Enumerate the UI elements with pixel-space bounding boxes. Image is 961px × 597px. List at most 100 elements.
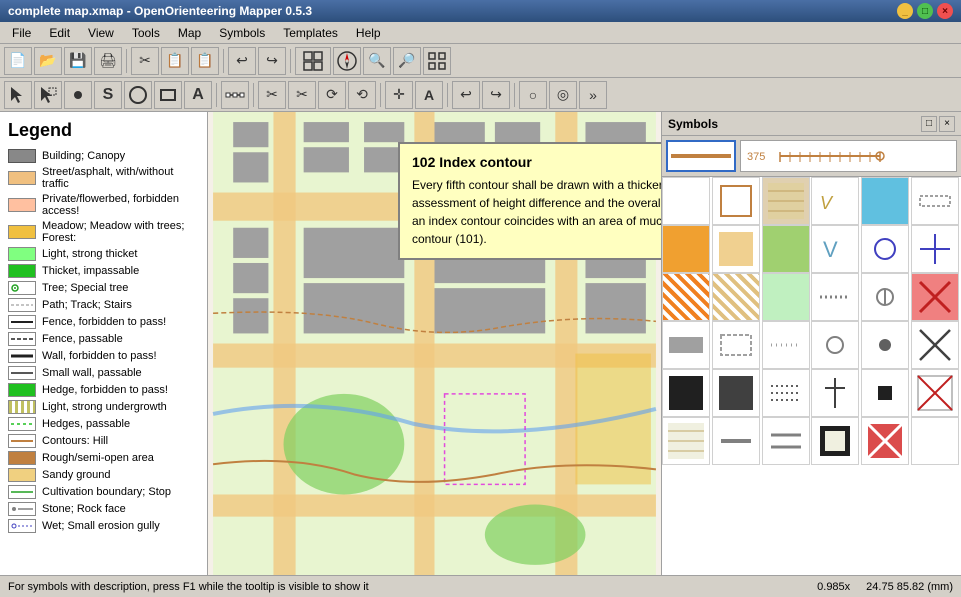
symbol-cell[interactable] — [811, 369, 859, 417]
symbol-cell[interactable] — [762, 177, 810, 225]
symbol-cell[interactable] — [662, 273, 710, 321]
maximize-button[interactable]: □ — [917, 3, 933, 19]
symbol-cell[interactable] — [762, 321, 810, 369]
symbol-cell[interactable] — [861, 273, 909, 321]
minimize-button[interactable]: _ — [897, 3, 913, 19]
compass-button[interactable] — [333, 47, 361, 75]
edit-nodes-tool[interactable] — [221, 81, 249, 109]
menu-symbols[interactable]: Symbols — [211, 24, 273, 42]
boolean-union-tool[interactable]: A — [415, 81, 443, 109]
line-tool[interactable] — [124, 81, 152, 109]
paste-button[interactable]: 📋 — [191, 47, 219, 75]
symbol-cell[interactable] — [712, 369, 760, 417]
symbol-cell[interactable] — [861, 369, 909, 417]
symbol-cell[interactable]: V — [811, 225, 859, 273]
menu-tools[interactable]: Tools — [124, 24, 168, 42]
menu-edit[interactable]: Edit — [41, 24, 78, 42]
symbol-cell[interactable] — [712, 321, 760, 369]
symbol-cell[interactable] — [662, 177, 710, 225]
menu-map[interactable]: Map — [170, 24, 209, 42]
map-canvas[interactable]: 102 Index contour Every fifth contour sh… — [208, 112, 661, 575]
new-button[interactable]: 📄 — [4, 47, 32, 75]
symbol-cell[interactable] — [762, 417, 810, 465]
symbol-cell[interactable] — [712, 273, 760, 321]
symbol-cell[interactable] — [811, 417, 859, 465]
symbol-cell[interactable] — [762, 273, 810, 321]
menu-view[interactable]: View — [80, 24, 122, 42]
open-button[interactable]: 📂 — [34, 47, 62, 75]
save-button[interactable]: 💾 — [64, 47, 92, 75]
close-button[interactable]: × — [937, 3, 953, 19]
symbol-cell[interactable] — [762, 225, 810, 273]
symbol-cell[interactable] — [911, 417, 959, 465]
symbol-cell[interactable] — [712, 417, 760, 465]
rotate-tool[interactable]: ⟳ — [318, 81, 346, 109]
symbols-undock-button[interactable]: □ — [921, 116, 937, 132]
symbol-cell[interactable] — [911, 177, 959, 225]
legend-swatch — [8, 417, 36, 431]
scale-tool[interactable]: ⟲ — [348, 81, 376, 109]
point-tool[interactable] — [64, 81, 92, 109]
legend-swatch — [8, 519, 36, 533]
legend-label: Tree; Special tree — [42, 282, 128, 294]
symbol-cell[interactable] — [861, 321, 909, 369]
symbol-cell[interactable] — [662, 417, 710, 465]
symbol-cell[interactable] — [911, 369, 959, 417]
selected-symbol-bar: 375 — [662, 136, 961, 177]
legend-label: Sandy ground — [42, 469, 111, 481]
symbol-cell[interactable] — [861, 225, 909, 273]
symbol-cell[interactable] — [911, 321, 959, 369]
gps-tool[interactable]: ○ — [519, 81, 547, 109]
symbol-cell[interactable] — [712, 225, 760, 273]
grid-icon — [302, 50, 324, 72]
symbol-cell[interactable] — [811, 273, 859, 321]
symbol-cell[interactable] — [811, 321, 859, 369]
map-coords: 24.75 85.82 (mm) — [866, 581, 953, 593]
symbol-cell[interactable] — [861, 417, 909, 465]
measure-tool[interactable]: ↩ — [452, 81, 480, 109]
symbols-scroll-area[interactable]: V — [662, 177, 961, 575]
copy-button[interactable]: 📋 — [161, 47, 189, 75]
zoom-out-button[interactable]: 🔎 — [393, 47, 421, 75]
redo-button[interactable]: ↪ — [258, 47, 286, 75]
legend-swatch — [8, 149, 36, 163]
legend-swatch — [8, 247, 36, 261]
move-tool[interactable]: ✛ — [385, 81, 413, 109]
select-tool[interactable] — [4, 81, 32, 109]
symbol-cell[interactable] — [762, 369, 810, 417]
menu-file[interactable]: File — [4, 24, 39, 42]
sep5 — [253, 83, 254, 107]
list-item: Path; Track; Stairs — [8, 298, 199, 312]
legend-swatch — [8, 400, 36, 414]
symbols-grid: V — [662, 177, 961, 465]
cut-free-tool[interactable]: ✂ — [288, 81, 316, 109]
grid-button[interactable] — [295, 47, 331, 75]
scale-indicator: 375 — [745, 144, 885, 168]
cut-hole-tool[interactable]: ✂ — [258, 81, 286, 109]
symbol-cell[interactable] — [662, 369, 710, 417]
free-text-tool[interactable]: A — [184, 81, 212, 109]
print-button[interactable]: 🖨 — [94, 47, 122, 75]
undo-button[interactable]: ↩ — [228, 47, 256, 75]
symbol-cell[interactable] — [911, 225, 959, 273]
zoom-in-button[interactable]: 🔍 — [363, 47, 391, 75]
list-item: Wall, forbidden to pass! — [8, 349, 199, 363]
selected-symbol-display — [666, 140, 736, 172]
menu-templates[interactable]: Templates — [275, 24, 346, 42]
symbol-cell[interactable] — [662, 321, 710, 369]
symbol-cell[interactable] — [861, 177, 909, 225]
select-box-tool[interactable] — [34, 81, 62, 109]
symbol-cell[interactable] — [712, 177, 760, 225]
symbol-cell[interactable] — [911, 273, 959, 321]
symbol-cell[interactable]: V — [811, 177, 859, 225]
symbols-close-button[interactable]: × — [939, 116, 955, 132]
digi-tool[interactable]: ◎ — [549, 81, 577, 109]
menu-help[interactable]: Help — [348, 24, 389, 42]
rect-tool[interactable] — [154, 81, 182, 109]
cut-button[interactable]: ✂ — [131, 47, 159, 75]
paint-fill-tool[interactable]: ↪ — [482, 81, 510, 109]
symbol-cell[interactable] — [662, 225, 710, 273]
fit-view-button[interactable] — [423, 47, 451, 75]
more-btn[interactable]: » — [579, 81, 607, 109]
text-tool[interactable]: S — [94, 81, 122, 109]
